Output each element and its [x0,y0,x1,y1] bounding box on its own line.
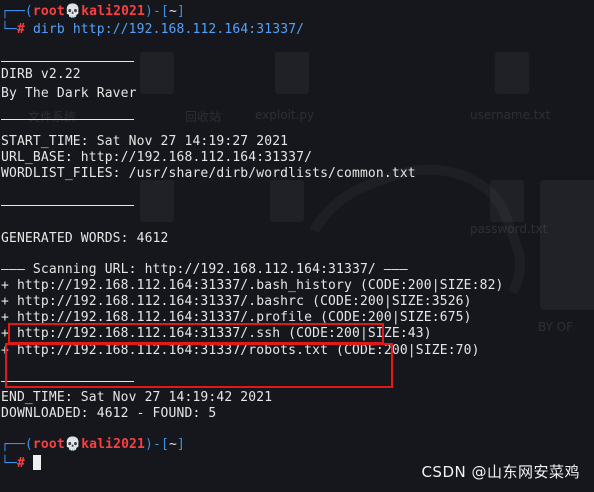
wordlist-files: WORDLIST_FILES: /usr/share/dirb/wordlist… [1,166,416,181]
start-time: START_TIME: Sat Nov 27 14:19:27 2021 [1,134,289,149]
file-icon [140,52,174,94]
prompt-user: root [32,437,65,452]
robots-highlight-box [5,343,393,388]
brand-logo [540,180,594,310]
desktop-label: password.txt [470,222,548,236]
desktop-label: username.txt [470,108,551,122]
command-text: dirb http://192.168.112.164:31337/ [32,22,305,37]
csdn-watermark: CSDN @山东网安菜鸡 [421,463,580,481]
prompt-line: ┌──(root💀kali2021)-[~] [1,4,185,19]
ssh-highlight-box [8,323,384,344]
prompt-line: ┌──(root💀kali2021)-[~] [1,437,185,452]
desktop-label: BY OF [538,320,574,334]
end-time: END_TIME: Sat Nov 27 14:19:42 2021 [1,390,273,405]
prompt-symbol: # [16,22,25,37]
generated-words: GENERATED WORDS: 4612 [1,231,169,246]
desktop-label: 回收站 [185,110,222,124]
result-line: + http://192.168.112.164:31337/.bash_his… [1,278,504,293]
dirb-author: By The Dark Raver [1,86,137,101]
scanning-header: ——— Scanning URL: http://192.168.112.164… [1,262,408,277]
desktop-label: 文件系统 [28,110,77,124]
input-line[interactable]: └─# [1,455,41,471]
divider [1,61,134,62]
prompt-host: kali2021 [81,437,146,452]
skull-icon: 💀 [64,4,82,19]
file-icon [275,52,309,94]
file-icon [490,180,524,222]
result-line: + http://192.168.112.164:31337/.bashrc (… [1,294,472,309]
prompt-user: root [32,4,65,19]
desktop-label: exploit.py [255,108,315,122]
dirb-version: DIRB v2.22 [1,67,81,82]
text-cursor [32,455,41,470]
prompt-host: kali2021 [81,4,146,19]
prompt-cwd: ~ [168,4,177,19]
file-icon [140,180,174,222]
command-line: └─# dirb http://192.168.112.164:31337/ [1,22,305,37]
url-base: URL_BASE: http://192.168.112.164:31337/ [1,150,313,165]
prompt-symbol: # [16,456,25,471]
prompt-cwd: ~ [168,437,177,452]
skull-icon: 💀 [64,437,82,452]
downloaded-summary: DOWNLOADED: 4612 - FOUND: 5 [1,406,217,421]
file-icon [270,180,304,222]
divider [1,205,134,206]
divider [1,119,134,120]
file-icon [495,52,529,94]
